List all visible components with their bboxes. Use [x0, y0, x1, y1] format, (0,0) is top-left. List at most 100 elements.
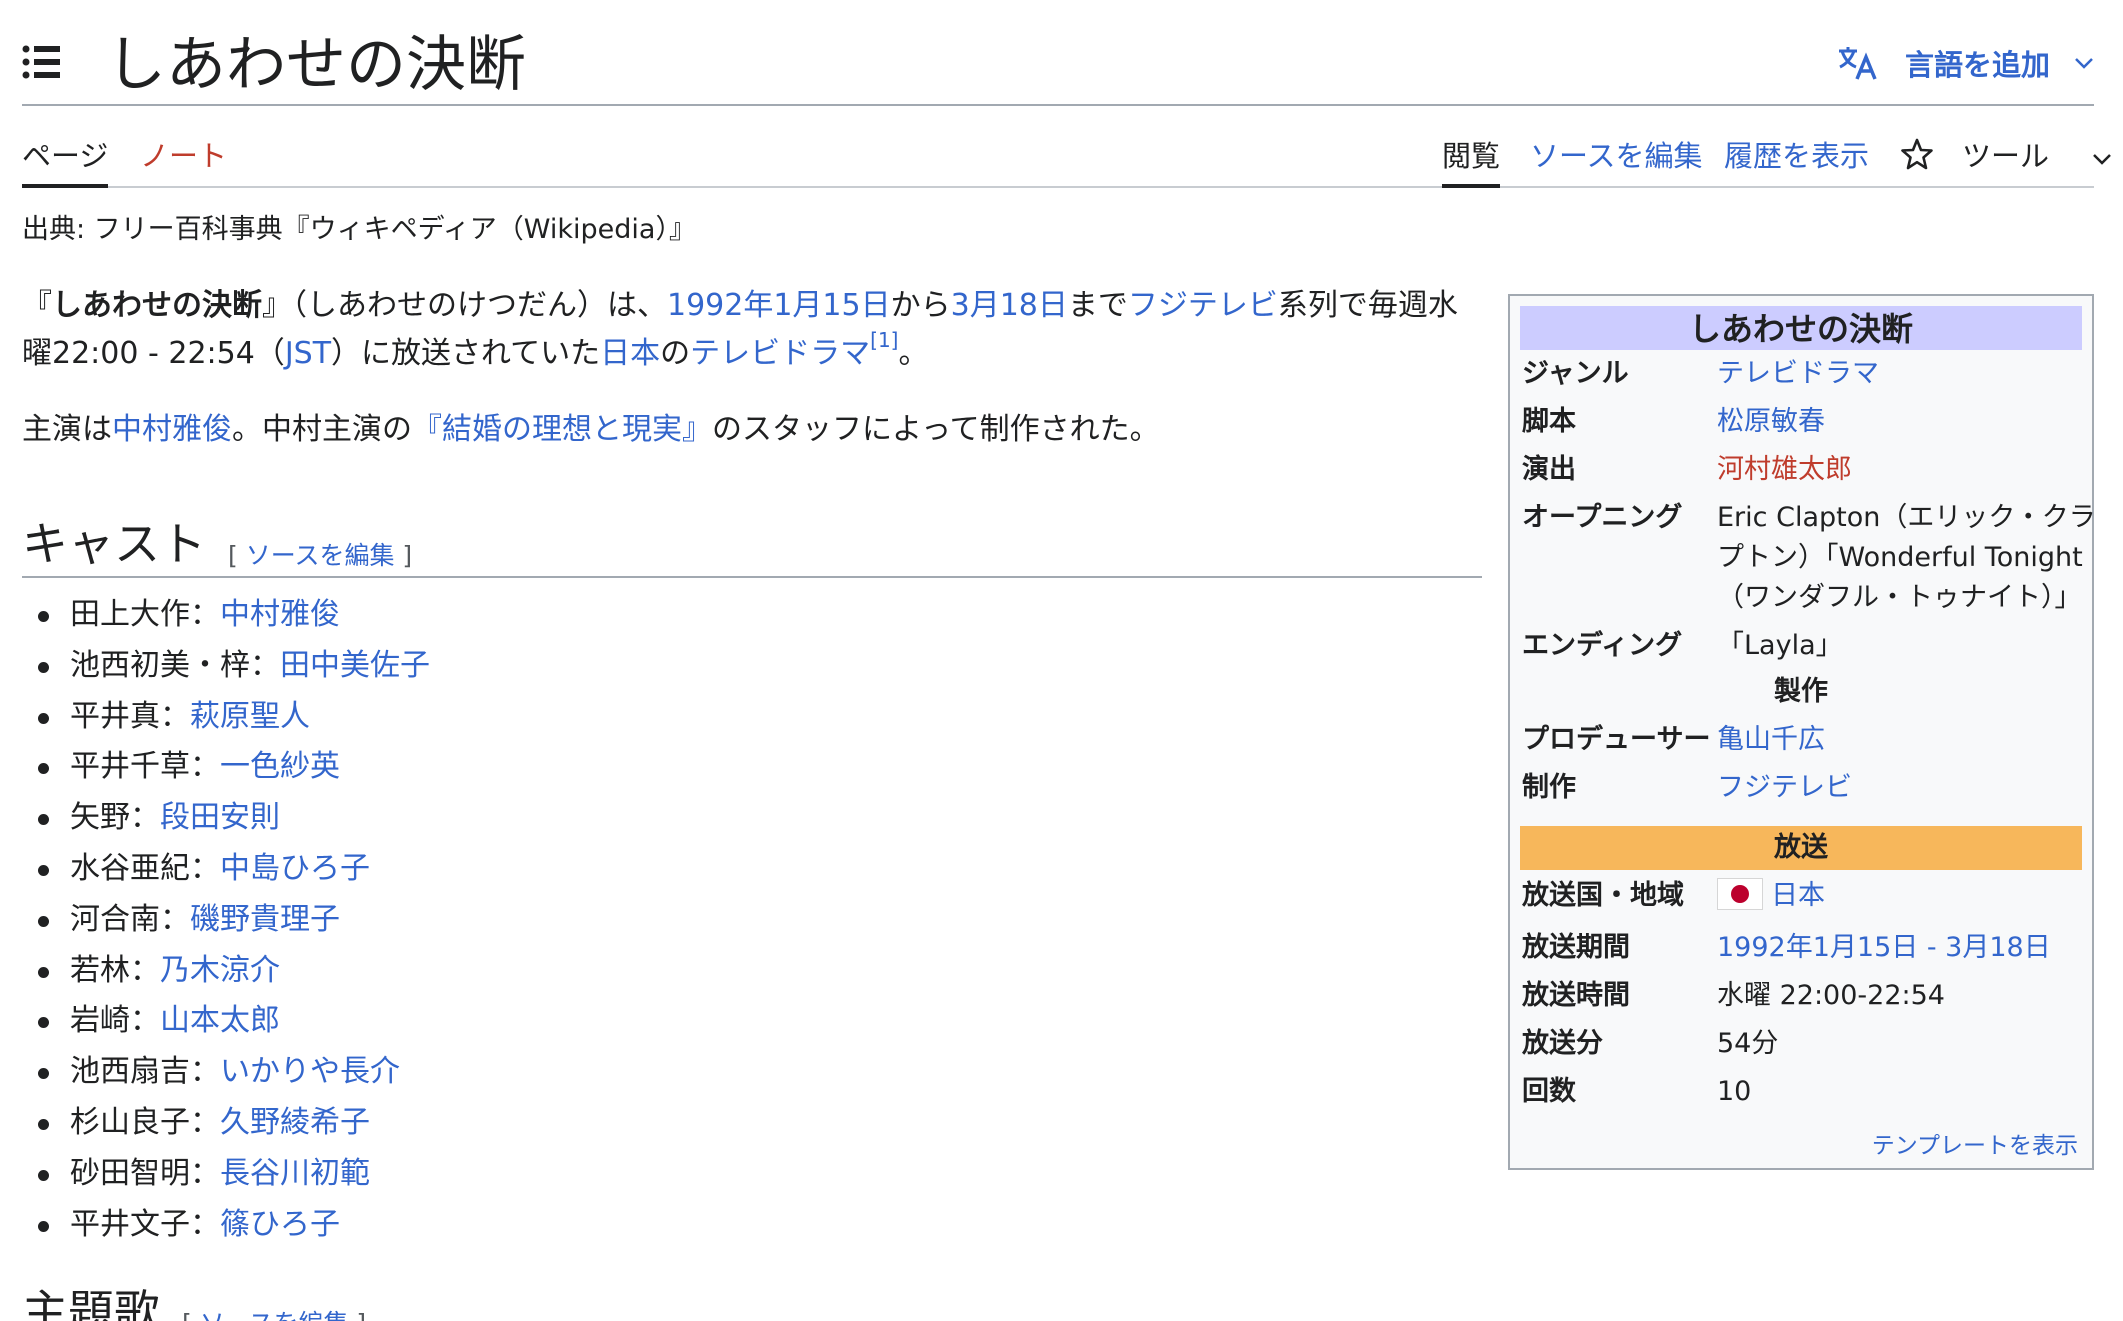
tab-talk[interactable]: ノート — [140, 128, 227, 184]
list-item: 河合南：磯野貴理子 — [22, 895, 430, 946]
cast-actor-link[interactable]: 山本太郎 — [160, 1003, 280, 1038]
page-tabs: ページ ノート 閲覧 ソースを編集 履歴を表示 ツール — [22, 118, 2112, 188]
link-related-show[interactable]: 『結婚の理想と現実』 — [412, 412, 712, 447]
tab-edit-source[interactable]: ソースを編集 — [1530, 128, 1703, 184]
link-japan[interactable]: 日本 — [600, 336, 660, 371]
cast-actor-link[interactable]: 篠ひろ子 — [220, 1207, 340, 1242]
cast-actor-link[interactable]: 萩原聖人 — [190, 699, 310, 734]
infobox-duration-value: 54分 — [1717, 1028, 1779, 1059]
tools-label: ツール — [1962, 139, 2050, 173]
list-item: 平井真：萩原聖人 — [22, 692, 430, 743]
infobox-opening-line: プトン）「Wonderful Tonight — [1717, 542, 2083, 573]
infobox-episodes-value: 10 — [1717, 1076, 1752, 1107]
infobox-production-header: 製作 — [1774, 676, 1828, 707]
infobox: しあわせの決断 ジャンル テレビドラマ 脚本 松原敏春 演出 河村雄太郎 オープ… — [1508, 294, 2096, 1170]
theme-section-heading: 主題歌 [ ソースを編集 ] — [22, 1284, 1482, 1321]
show-template-link[interactable]: テンプレートを表示 — [1872, 1126, 2078, 1160]
cast-actor-link[interactable]: 田中美佐子 — [280, 648, 430, 683]
cast-role: 水谷亜紀： — [70, 850, 220, 886]
tab-page[interactable]: ページ — [22, 128, 109, 188]
edit-bracket: ] — [348, 1309, 366, 1321]
cast-role: 矢野： — [70, 800, 160, 836]
link-tv-drama[interactable]: テレビドラマ — [690, 336, 870, 371]
cast-actor-link[interactable]: 中島ひろ子 — [220, 851, 370, 886]
cast-actor-link[interactable]: いかりや長介 — [220, 1054, 400, 1089]
cast-actor-link[interactable]: 長谷川初範 — [220, 1156, 370, 1191]
cast-edit-section: [ ソースを編集 ] — [228, 536, 412, 572]
cast-actor-link[interactable]: 段田安則 — [160, 800, 280, 835]
infobox-director-link[interactable]: 河村雄太郎 — [1717, 454, 1852, 485]
lead-text: 。中村主演の — [232, 412, 412, 447]
cast-role: 田上大作： — [70, 597, 220, 632]
page-header: しあわせの決断 言語を追加 — [22, 0, 2094, 106]
add-language-label: 言語を追加 — [1904, 48, 2050, 82]
reference-link[interactable]: [1] — [870, 328, 898, 352]
infobox-label: 回数 — [1522, 1076, 1576, 1107]
japan-flag-icon — [1717, 878, 1763, 910]
infobox-genre-link[interactable]: テレビドラマ — [1717, 358, 1879, 389]
cast-heading-text: キャスト — [22, 517, 206, 571]
intro-title-bold: しあわせの決断 — [52, 288, 262, 323]
infobox-producer-link[interactable]: 亀山千広 — [1717, 724, 1825, 755]
infobox-script-link[interactable]: 松原敏春 — [1717, 406, 1825, 437]
toc-toggle-button[interactable] — [22, 44, 62, 80]
link-jst[interactable]: JST — [285, 336, 331, 371]
infobox-label: エンディング — [1522, 630, 1683, 661]
cast-edit-source-link[interactable]: ソースを編集 — [246, 541, 395, 570]
tab-read[interactable]: 閲覧 — [1442, 128, 1501, 188]
infobox-time-value: 水曜 22:00-22:54 — [1717, 980, 1945, 1011]
chevron-down-icon — [2093, 154, 2112, 165]
watch-button[interactable] — [1900, 124, 1934, 180]
tab-history[interactable]: 履歴を表示 — [1724, 128, 1869, 184]
list-item: 池西初美・梓：田中美佐子 — [22, 641, 430, 692]
link-end-date[interactable]: 3月18日 — [951, 288, 1068, 323]
infobox-broadcast-header: 放送 — [1520, 826, 2082, 870]
intro-text: から — [890, 288, 951, 323]
list-item: 若林：乃木涼介 — [22, 946, 430, 997]
infobox-label: オープニング — [1522, 502, 1683, 533]
cast-role: 河合南： — [70, 901, 190, 937]
theme-heading-text: 主題歌 — [22, 1285, 160, 1321]
infobox-label: 放送国・地域 — [1522, 880, 1684, 911]
theme-edit-source-link[interactable]: ソースを編集 — [200, 1309, 349, 1321]
chevron-down-icon — [2075, 58, 2093, 69]
cast-actor-link[interactable]: 磯野貴理子 — [190, 902, 340, 937]
link-start-date[interactable]: 1992年1月15日 — [667, 288, 891, 323]
infobox-period-link[interactable]: 1992年1月15日 - 3月18日 — [1717, 932, 2051, 963]
cast-actor-link[interactable]: 一色紗英 — [220, 749, 340, 784]
infobox-produced-link[interactable]: フジテレビ — [1717, 772, 1852, 803]
infobox-country-link[interactable]: 日本 — [1771, 880, 1825, 911]
list-item: 水谷亜紀：中島ひろ子 — [22, 844, 430, 895]
site-subtitle: 出典: フリー百科事典『ウィキペディア（Wikipedia）』 — [22, 214, 696, 245]
cast-role: 平井文子： — [70, 1206, 220, 1242]
infobox-opening-line: Eric Clapton（エリック・クラ — [1717, 502, 2096, 533]
infobox-label: 脚本 — [1522, 406, 1576, 437]
infobox-label: 放送時間 — [1522, 980, 1630, 1011]
list-item: 岩崎：山本太郎 — [22, 996, 430, 1047]
intro-text: の — [660, 336, 691, 371]
add-language-button[interactable]: 言語を追加 — [1837, 38, 2094, 88]
edit-bracket: [ — [182, 1309, 200, 1321]
infobox-opening-line: （ワンダフル・トゥナイト）」 — [1717, 582, 2082, 613]
link-fuji-tv[interactable]: フジテレビ — [1128, 288, 1278, 323]
cast-actor-link[interactable]: 中村雅俊 — [220, 597, 340, 632]
cast-section-heading: キャスト [ ソースを編集 ] — [22, 516, 1482, 578]
intro-text: ）に放送されていた — [331, 336, 601, 371]
infobox-ending-value: 「Layla」 — [1717, 630, 1843, 661]
cast-actor-link[interactable]: 久野綾希子 — [220, 1105, 370, 1140]
theme-edit-section: [ ソースを編集 ] — [182, 1304, 366, 1321]
intro-text: 』（しあわせのけつだん）は、 — [262, 288, 667, 323]
list-item: 平井千草：一色紗英 — [22, 742, 430, 793]
infobox-row-opening: オープニング Eric Clapton（エリック・クラ プトン）「Wonderf… — [1522, 498, 2096, 622]
infobox-title: しあわせの決断 — [1520, 306, 2082, 350]
edit-bracket: [ — [228, 541, 246, 570]
list-item: 田上大作：中村雅俊 — [22, 590, 430, 641]
link-lead-actor[interactable]: 中村雅俊 — [112, 412, 232, 447]
tools-menu[interactable]: ツール — [1962, 128, 2112, 184]
cast-role: 平井千草： — [70, 749, 220, 785]
cast-role: 池西初美・梓： — [70, 647, 280, 683]
lead-text: のスタッフによって制作された。 — [712, 412, 1160, 447]
cast-actor-link[interactable]: 乃木涼介 — [160, 953, 280, 988]
cast-list: 田上大作：中村雅俊 池西初美・梓：田中美佐子 平井真：萩原聖人 平井千草：一色紗… — [22, 590, 430, 1250]
intro-text: 。 — [898, 336, 929, 371]
